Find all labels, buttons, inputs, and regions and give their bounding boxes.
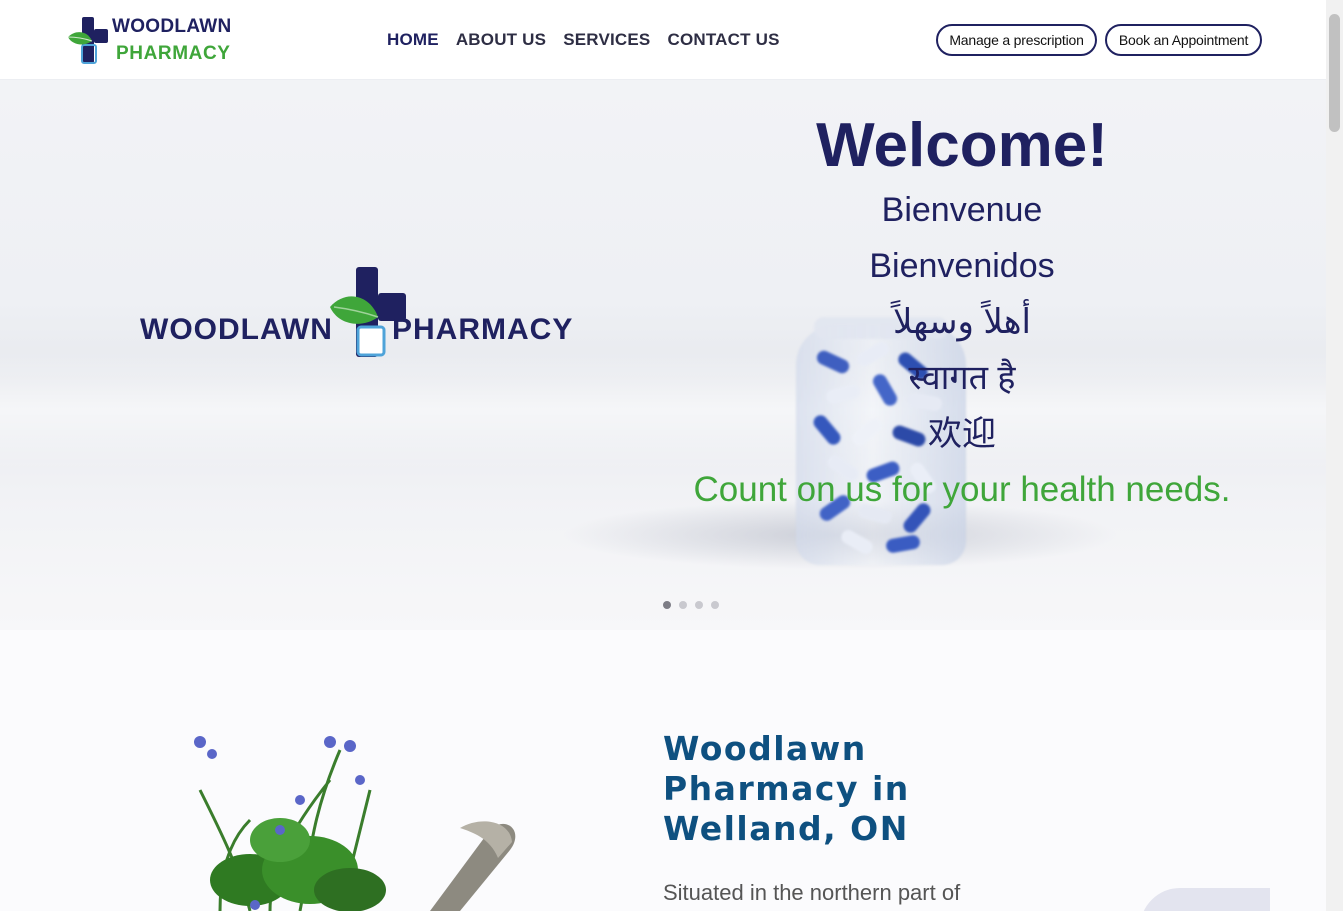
manage-prescription-button[interactable]: Manage a prescription [936,24,1097,56]
slider-dot-4[interactable] [711,601,719,609]
slider-dot-2[interactable] [679,601,687,609]
site-header: WOODLAWN PHARMACY HOME ABOUT US SERVICES… [0,0,1326,80]
greeting-hindi: स्वागत है [908,359,1016,397]
page-scrollbar[interactable] [1326,0,1343,911]
hero-tagline: Count on us for your health needs. [693,470,1231,509]
site-logo[interactable]: WOODLAWN PHARMACY [66,14,241,66]
main-nav: HOME ABOUT US SERVICES CONTACT US [387,30,797,50]
about-heading-line-1: Woodlawn [663,729,867,768]
nav-about-us[interactable]: ABOUT US [456,30,546,50]
greeting-spanish: Bienvenidos [869,247,1055,285]
hero-logo-pharmacy: PHARMACY [392,313,574,346]
about-intro-text: Situated in the northern part of [663,880,961,905]
about-heading: Woodlawn Pharmacy in Welland, ON [663,729,1083,849]
book-appointment-button[interactable]: Book an Appointment [1105,24,1262,56]
logo-text-woodlawn: WOODLAWN [112,16,232,37]
about-heading-line-3: Welland, ON [663,809,909,848]
logo-text-pharmacy: PHARMACY [116,43,231,64]
hero-logo: WOODLAWN PHARMACY [140,265,590,365]
nav-services[interactable]: SERVICES [563,30,650,50]
greeting-french: Bienvenue [881,191,1043,229]
nav-contact-us[interactable]: CONTACT US [667,30,779,50]
greeting-arabic: أهلاً وسهلاً [893,303,1031,341]
decorative-shape [1140,888,1270,911]
welcome-message: Welcome! Bienvenue Bienvenidos أهلاً وسه… [680,110,1244,518]
pharmacy-cross-logo-icon [66,15,110,65]
welcome-heading: Welcome! [816,111,1108,180]
about-section: Woodlawn Pharmacy in Welland, ON Situate… [0,630,1326,911]
scrollbar-thumb[interactable] [1329,14,1340,132]
greeting-chinese: 欢迎 [928,415,996,453]
hero-logo-woodlawn: WOODLAWN [140,313,333,346]
nav-home[interactable]: HOME [387,30,439,50]
herbs-mortar-image [194,736,516,911]
slider-dot-1[interactable] [663,601,671,609]
slider-pagination [663,601,719,609]
slider-dot-3[interactable] [695,601,703,609]
about-heading-line-2: Pharmacy in [663,769,910,808]
hero-slider: WOODLAWN PHARMACY Welcome! Bienvenue Bie… [0,80,1326,630]
